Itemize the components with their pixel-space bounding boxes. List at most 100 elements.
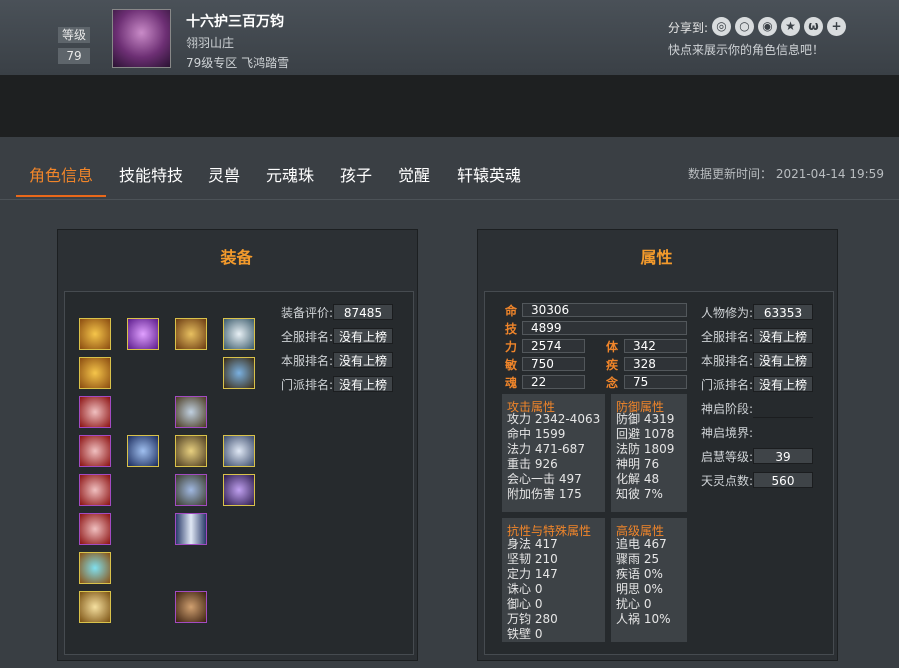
attack-stat: 会心一击 497 [507,472,582,486]
cultivation-value: 63353 [753,304,813,320]
weibo-icon[interactable]: ◉ [758,17,777,36]
equip-score-value: 87485 [333,304,393,320]
stat-skill-value: 4899 [522,321,687,335]
equipment-slot[interactable] [79,591,111,623]
stat-agility-value: 750 [522,357,585,371]
avatar [112,9,171,68]
attr-rank-sect-label: 门派排名: [701,378,754,392]
equipment-slot[interactable] [127,435,159,467]
share-label: 分享到: [668,21,709,35]
stat-constitution-label: 体 [606,340,619,354]
tencent-weibo-icon[interactable]: ω [804,17,823,36]
resist-stat: 铁壁 0 [507,627,543,641]
tab-pets[interactable]: 灵兽 [208,162,240,186]
equipment-slot[interactable] [79,513,111,545]
attr-rank-sect-value: 没有上榜 [753,376,813,392]
attr-rank-all-label: 全服排名: [701,330,754,344]
equipment-slot[interactable] [79,318,111,350]
stat-skill-label: 技 [505,322,518,336]
advanced-stat: 明思 0% [616,582,663,596]
guild-name: 翎羽山庄 [186,36,235,50]
star-icon[interactable]: ★ [781,17,800,36]
tab-skills[interactable]: 技能特技 [119,162,183,186]
advanced-stat: 人祸 10% [616,612,671,626]
equipment-slot[interactable] [79,474,111,506]
stat-soul-value: 22 [522,375,585,389]
attack-stat: 命中 1599 [507,427,566,441]
equip-rank-all-value: 没有上榜 [333,328,393,344]
equipment-slot[interactable] [175,591,207,623]
advanced-stat: 追电 467 [616,537,667,551]
tab-xuanyuan-heroes[interactable]: 轩辕英魂 [457,162,521,186]
defense-stat: 回避 1078 [616,427,675,441]
wisdom-level-label: 启慧等级: [701,450,754,464]
equipment-slot[interactable] [223,318,255,350]
equipment-slot[interactable] [175,474,207,506]
attr-rank-server-label: 本服排名: [701,354,754,368]
equipment-slot[interactable] [223,435,255,467]
equip-rank-server-value: 没有上榜 [333,352,393,368]
stat-strength-value: 2574 [522,339,585,353]
stat-mind-label: 念 [606,376,619,390]
equipment-slot[interactable] [175,513,207,545]
attribute-title: 属性 [640,248,673,267]
equipment-slot[interactable] [79,552,111,584]
share-tip: 快点来展示你的角色信息吧！ [668,43,825,57]
attack-stat: 附加伤害 175 [507,487,582,501]
stat-hp-value: 30306 [522,303,687,317]
stat-speed-value: 328 [624,357,687,371]
resist-stat: 坚韧 210 [507,552,558,566]
wisdom-level-value: 39 [753,448,813,464]
update-time: 数据更新时间： 2021-04-14 19:59 [688,167,884,181]
resist-stat: 身法 417 [507,537,558,551]
header-spacer [0,75,899,137]
tab-awakening[interactable]: 觉醒 [398,162,430,186]
advanced-stat: 骤雨 25 [616,552,660,566]
defense-stat: 法防 1809 [616,442,675,456]
resist-stat: 御心 0 [507,597,543,611]
equipment-slot[interactable] [175,396,207,428]
cultivation-label: 人物修为: [701,306,754,320]
equip-rank-server-label: 本服排名: [281,354,334,368]
resist-stat: 定力 147 [507,567,558,581]
spirit-points-label: 天灵点数: [701,474,754,488]
stat-constitution-value: 342 [624,339,687,353]
attack-stat: 重击 926 [507,457,558,471]
equipment-slot[interactable] [223,357,255,389]
attr-rank-all-value: 没有上榜 [753,328,813,344]
equip-rank-sect-value: 没有上榜 [333,376,393,392]
shenqi-realm-label: 神启境界: [701,426,754,440]
equipment-title: 装备 [220,248,253,267]
equipment-slot[interactable] [79,396,111,428]
tab-children[interactable]: 孩子 [340,162,372,186]
stat-hp-label: 命 [505,304,518,318]
stat-agility-label: 敏 [505,358,518,372]
equip-rank-all-label: 全服排名: [281,330,334,344]
defense-stat: 神明 76 [616,457,660,471]
equipment-slot[interactable] [127,318,159,350]
equipment-slot[interactable] [175,435,207,467]
defense-stat: 知彼 7% [616,487,663,501]
tab-soul-beads[interactable]: 元魂珠 [266,162,314,186]
stat-soul-label: 魂 [505,376,518,390]
stat-strength-label: 力 [505,340,518,354]
equip-rank-sect-label: 门派排名: [281,378,334,392]
attack-stat: 法力 471-687 [507,442,585,456]
qq-icon[interactable]: ○ [735,17,754,36]
equip-score-label: 装备评价: [281,306,334,320]
equipment-slot[interactable] [79,435,111,467]
equipment-slot[interactable] [175,318,207,350]
advanced-stat: 疾语 0% [616,567,663,581]
equipment-slot[interactable] [79,357,111,389]
tab-character-info[interactable]: 角色信息 [29,162,93,186]
attr-rank-server-value: 没有上榜 [753,352,813,368]
spirit-points-value: 560 [753,472,813,488]
level-value: 79 [58,48,90,64]
wechat-icon[interactable]: ◎ [712,17,731,36]
plus-icon[interactable]: + [827,17,846,36]
equipment-slot[interactable] [223,474,255,506]
server-name: 79级专区 飞鸿踏雪 [186,56,290,70]
resist-stat: 万钧 280 [507,612,558,626]
level-label: 等级 [58,27,90,43]
stat-speed-label: 疾 [606,358,619,372]
